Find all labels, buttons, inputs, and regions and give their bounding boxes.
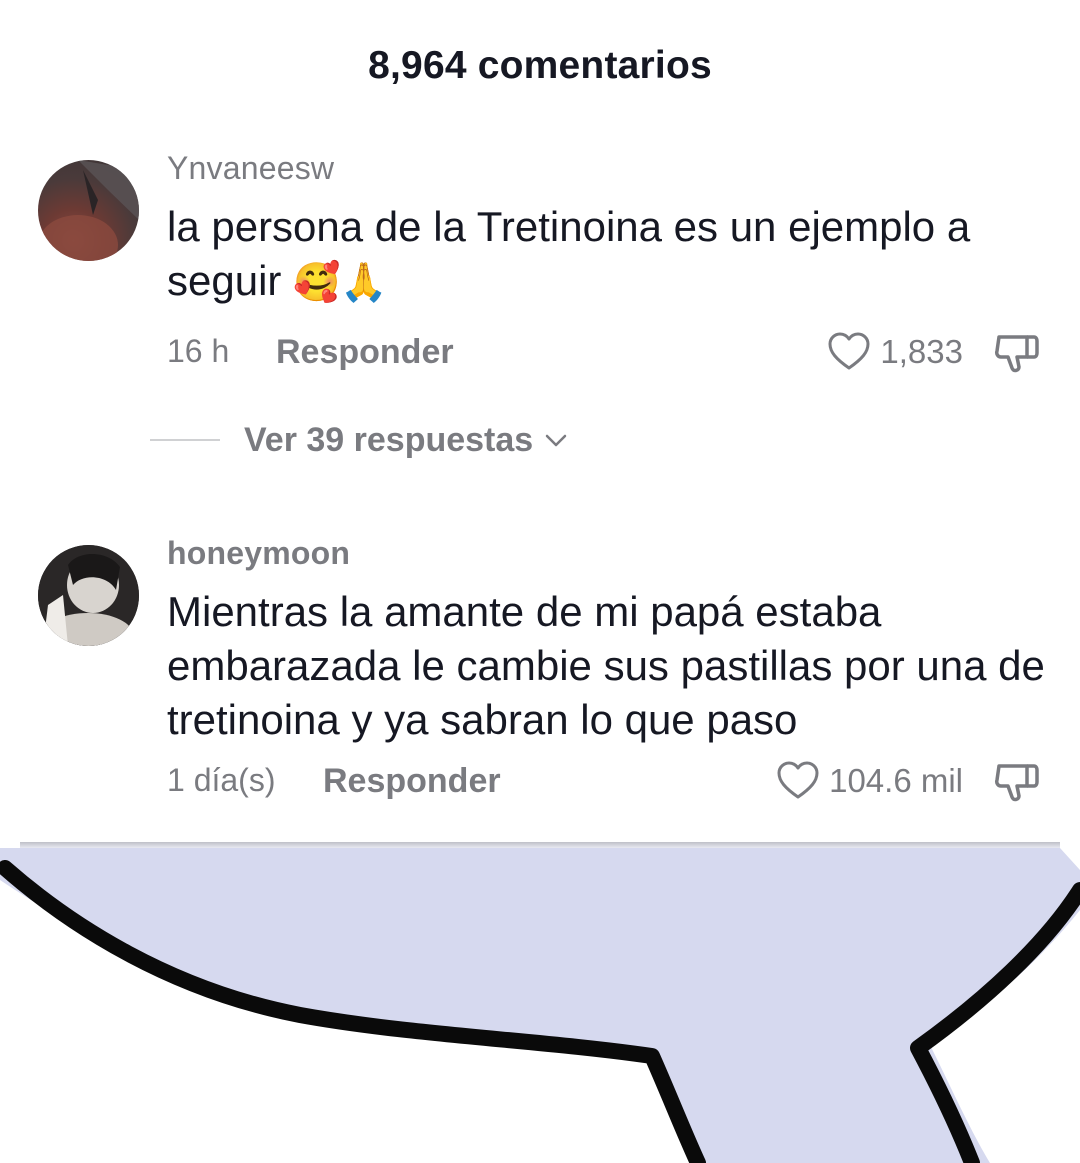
- chevron-down-icon: [545, 434, 567, 447]
- heart-outline-icon[interactable]: [826, 329, 872, 375]
- comment-text: Mientras la amante de mi papá estaba emb…: [167, 588, 1045, 743]
- view-replies-label: Ver 39 respuestas: [244, 420, 534, 459]
- comment-actions: 104.6 mil: [775, 758, 1041, 804]
- comment-actions: 1,833: [826, 329, 1041, 375]
- comment-username[interactable]: honeymoon: [167, 535, 350, 572]
- like-count: 1,833: [880, 333, 963, 370]
- comments-count-title: 8,964 comentarios: [368, 44, 712, 87]
- reply-button[interactable]: Responder: [323, 762, 501, 801]
- comment-emojis: 🥰🙏: [293, 260, 388, 304]
- comment-username[interactable]: Ynvaneesw: [167, 150, 334, 187]
- avatar-image: [38, 545, 139, 646]
- thumbs-down-icon[interactable]: [991, 327, 1041, 377]
- comment-time: 16 h: [167, 333, 230, 369]
- comment-text-content: la persona de la Tretinoina es un ejempl…: [167, 203, 971, 304]
- comments-screen: 8,964 comentarios Ynvaneesw la persona d…: [0, 0, 1080, 1163]
- comment-time: 1 día(s): [167, 762, 276, 798]
- replies-divider: [150, 439, 220, 441]
- avatar-image: [38, 160, 139, 261]
- like-count: 104.6 mil: [829, 762, 963, 799]
- view-replies-button[interactable]: Ver 39 respuestas: [150, 420, 571, 460]
- heart-outline-icon[interactable]: [775, 758, 821, 804]
- comment-text: la persona de la Tretinoina es un ejempl…: [167, 200, 1047, 309]
- reply-button[interactable]: Responder: [276, 333, 454, 372]
- comment-meta: 1 día(s) Responder 104.6 mil: [167, 761, 1047, 802]
- avatar[interactable]: [38, 160, 139, 261]
- avatar[interactable]: [38, 545, 139, 646]
- speech-bubble-drawing: [0, 842, 1080, 1163]
- thumbs-down-icon[interactable]: [991, 756, 1041, 806]
- comment-meta: 16 h Responder 1,833: [167, 332, 1047, 373]
